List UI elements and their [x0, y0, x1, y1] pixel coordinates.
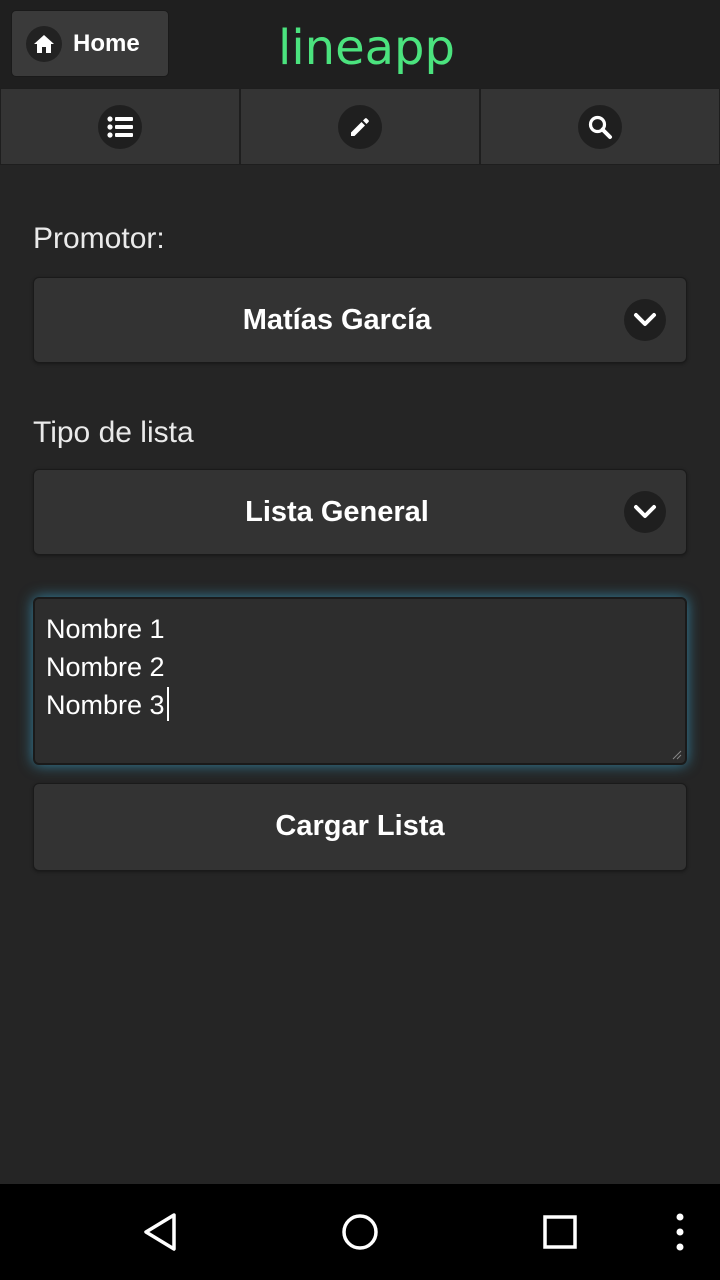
textarea-line-current: Nombre 3 — [46, 686, 685, 724]
overflow-menu-icon[interactable] — [660, 1184, 700, 1280]
search-icon — [578, 104, 622, 149]
app-header: Home lineapp — [0, 0, 720, 88]
promotor-label: Promotor: — [33, 222, 165, 255]
home-icon — [26, 25, 62, 62]
back-icon[interactable] — [130, 1184, 190, 1280]
tab-list[interactable] — [0, 88, 240, 165]
app-title: lineapp — [278, 20, 455, 76]
pencil-icon — [338, 104, 382, 149]
textarea-line: Nombre 1 — [46, 614, 165, 644]
recents-icon[interactable] — [530, 1184, 590, 1280]
chevron-down-icon — [624, 299, 666, 341]
tipo-lista-select[interactable]: Lista General — [33, 469, 687, 555]
cargar-lista-button[interactable]: Cargar Lista — [33, 783, 687, 871]
promotor-selected-value: Matías García — [242, 304, 432, 336]
home-circle-icon[interactable] — [330, 1184, 390, 1280]
system-navigation-bar — [0, 1184, 720, 1280]
resize-handle-icon[interactable] — [672, 750, 682, 760]
promotor-select[interactable]: Matías García — [33, 277, 687, 363]
names-textarea[interactable]: Nombre 1 Nombre 2 Nombre 3 — [33, 597, 687, 765]
chevron-down-icon — [624, 491, 666, 533]
home-button[interactable]: Home — [11, 10, 169, 77]
textarea-line-text: Nombre 3 — [46, 690, 165, 720]
tab-edit[interactable] — [240, 88, 480, 165]
tipo-lista-selected-value: Lista General — [245, 496, 429, 528]
tipo-lista-label: Tipo de lista — [33, 416, 194, 449]
tab-bar — [0, 88, 720, 165]
list-icon — [98, 104, 142, 149]
home-label: Home — [73, 29, 140, 57]
textarea-line: Nombre 2 — [46, 652, 165, 682]
text-caret — [166, 687, 169, 721]
tab-search[interactable] — [480, 88, 720, 165]
